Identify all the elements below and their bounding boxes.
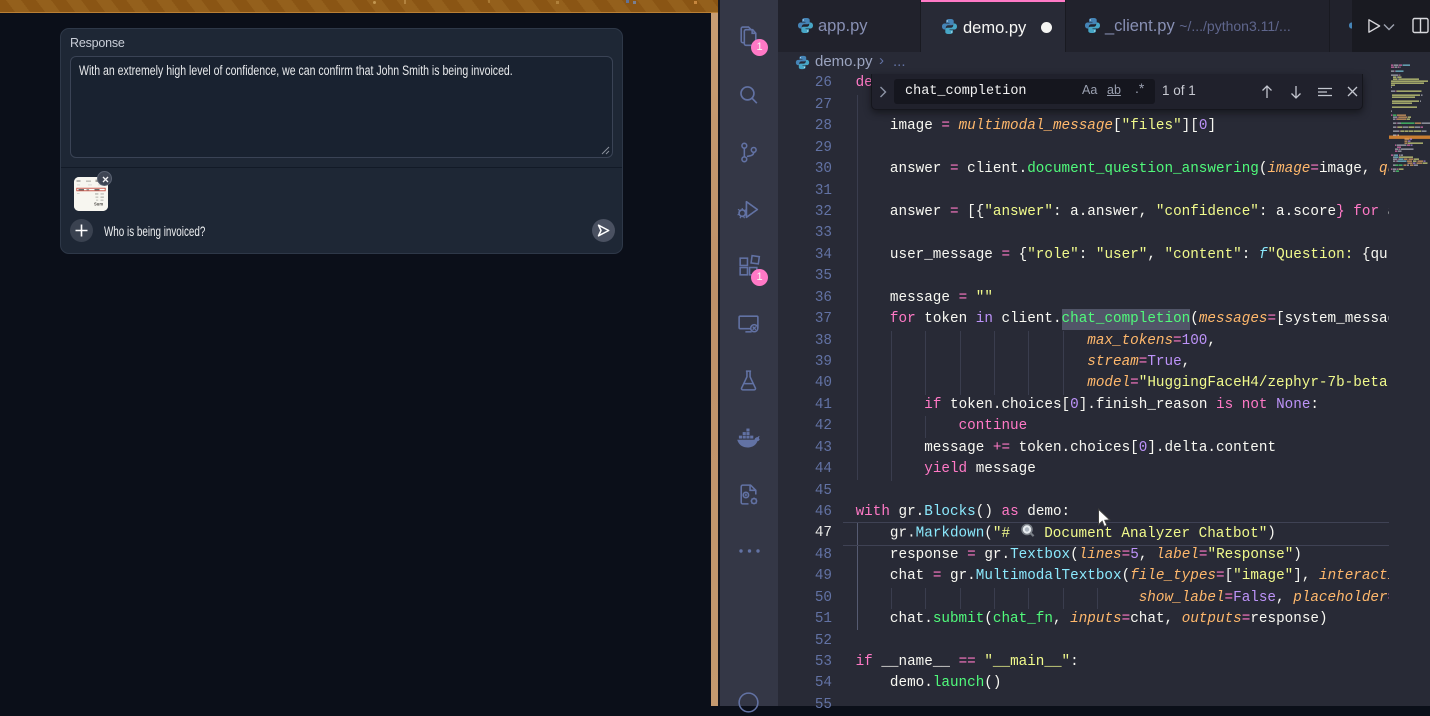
- svg-text:Sum: Sum: [94, 202, 103, 207]
